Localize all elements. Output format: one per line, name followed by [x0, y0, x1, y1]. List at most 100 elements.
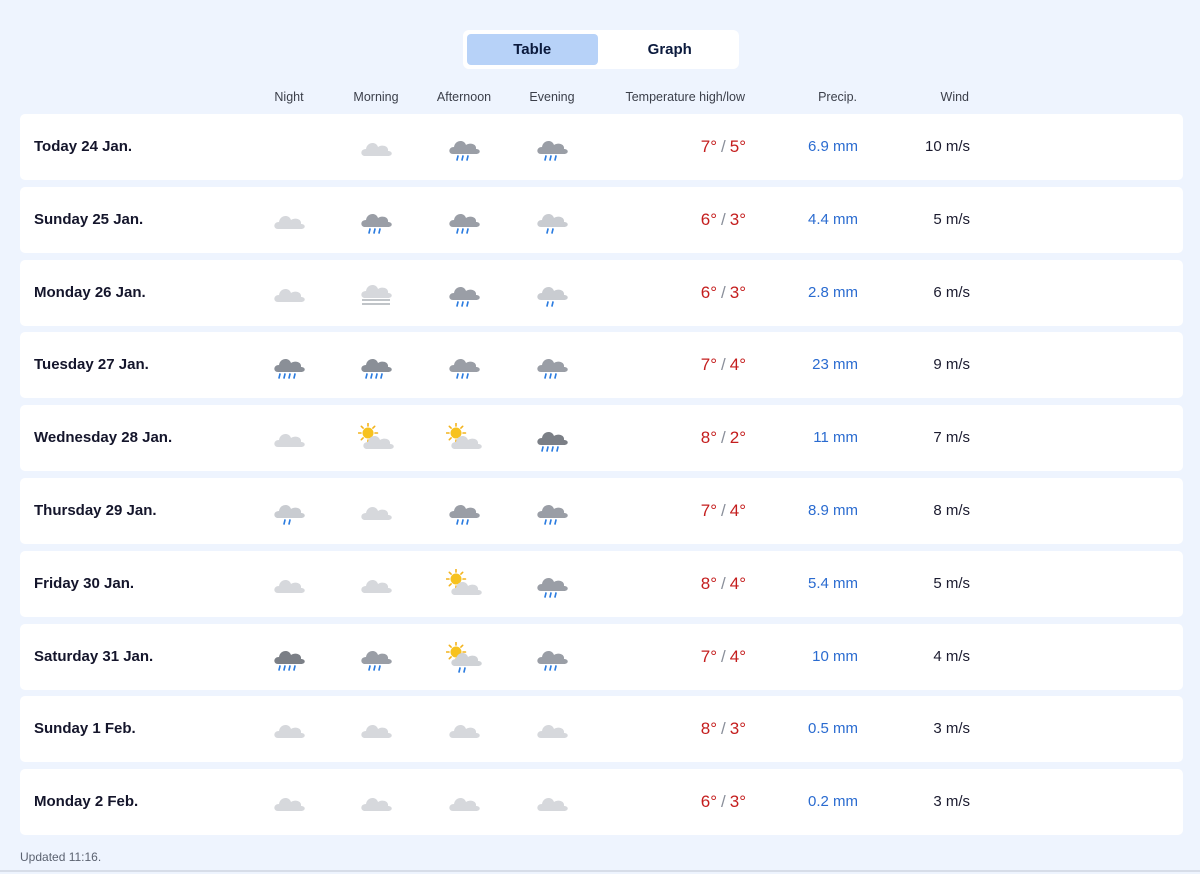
temperature-high-low: 7°/5°	[701, 137, 746, 157]
cloud-rain-icon	[534, 350, 570, 382]
temp-separator: /	[721, 355, 726, 375]
partly-sunny-rain-icon	[446, 641, 482, 674]
cloud-rain-icon	[358, 205, 394, 237]
cloud-icon	[271, 714, 307, 746]
forecast-row[interactable]: Sunday 25 Jan. 6°/3° 4.4 mm 5 m/s	[20, 186, 1183, 253]
day-label: Tuesday 27 Jan.	[34, 356, 149, 374]
graph-view-button[interactable]: Graph	[605, 34, 736, 65]
cloud-icon	[271, 205, 307, 237]
header-wind: Wind	[940, 90, 969, 104]
cloud-rain-icon	[446, 350, 482, 382]
precipitation-value: 6.9 mm	[807, 138, 858, 155]
cloud-icon	[358, 132, 394, 164]
temp-separator: /	[721, 500, 726, 520]
precipitation-value: 10 mm	[812, 647, 858, 665]
cloud-icon	[534, 787, 570, 819]
night-empty	[271, 132, 307, 164]
precipitation-value: 8.9 mm	[807, 501, 858, 519]
forecast-row[interactable]: Friday 30 Jan. 8°/4° 5.4 mm 5 m/s	[20, 550, 1183, 617]
fog-icon	[358, 278, 394, 310]
cloud-rain-icon	[534, 569, 570, 601]
temperature-high-low: 8°/4°	[701, 574, 746, 594]
forecast-row[interactable]: Monday 26 Jan. 6°/3° 2.8 mm 6 m/s	[20, 259, 1183, 326]
partly-sunny-icon	[358, 423, 394, 455]
cloud-rain-icon	[446, 278, 482, 310]
wind-value: 3 m/s	[933, 793, 970, 811]
day-label: Thursday 29 Jan.	[34, 501, 157, 519]
temp-low: 4°	[729, 355, 746, 375]
temp-high: 7°	[700, 500, 717, 520]
cloud-icon	[446, 787, 482, 819]
light-cloud-light-rain-icon	[534, 205, 570, 237]
temp-low: 4°	[729, 573, 746, 593]
cloud-icon	[358, 787, 394, 819]
temperature-high-low: 8°/3°	[701, 719, 746, 739]
day-label: Monday 2 Feb.	[34, 793, 139, 811]
precipitation-value: 4.4 mm	[807, 210, 858, 228]
day-label: Friday 30 Jan.	[34, 574, 135, 592]
forecast-row[interactable]: Today 24 Jan. 7°/5° 6.9 mm 10 m/s	[20, 114, 1183, 180]
forecast-table: Today 24 Jan. 7°/5° 6.9 mm 10 m/s Sunday 25 …	[20, 114, 1183, 842]
cloud-icon	[358, 496, 394, 528]
header-evening: Evening	[529, 90, 575, 104]
wind-value: 5 m/s	[933, 210, 970, 228]
updated-text: Updated 11:16.	[20, 850, 102, 864]
wind-value: 3 m/s	[933, 720, 970, 738]
wind-value: 10 m/s	[924, 138, 970, 155]
dark-cloud-heavy-rain-icon	[534, 423, 570, 455]
forecast-row[interactable]: Wednesday 28 Jan. 8°/2° 11 mm 7 m/s	[20, 405, 1183, 472]
temperature-high-low: 6°/3°	[701, 283, 746, 303]
forecast-row[interactable]: Thursday 29 Jan. 7°/4° 8.9 mm 8 m/s	[20, 477, 1183, 544]
light-cloud-light-rain-icon	[534, 278, 570, 310]
cloud-rain-icon	[358, 642, 394, 674]
temp-low: 3°	[729, 719, 746, 739]
cloud-icon	[271, 787, 307, 819]
cloud-rain-icon	[534, 132, 570, 164]
temp-separator: /	[721, 719, 726, 739]
light-cloud-light-rain-icon	[271, 496, 307, 528]
temp-low: 4°	[729, 646, 746, 666]
partly-sunny-icon	[446, 423, 482, 455]
wind-value: 4 m/s	[933, 647, 970, 665]
dark-cloud-heavy-rain-icon	[271, 642, 307, 674]
day-label: Monday 26 Jan.	[34, 283, 146, 301]
temp-low: 3°	[729, 792, 746, 812]
cloud-rain-icon	[534, 642, 570, 674]
cloud-rain-icon	[446, 496, 482, 528]
temp-high: 7°	[700, 646, 717, 666]
temperature-high-low: 6°/3°	[701, 210, 746, 230]
cloud-icon	[446, 714, 482, 746]
day-label: Saturday 31 Jan.	[34, 647, 154, 665]
forecast-row[interactable]: Tuesday 27 Jan. 7°/4° 23 mm 9 m/s	[20, 332, 1183, 399]
forecast-row[interactable]: Monday 2 Feb. 6°/3° 0.2 mm 3 m/s	[20, 769, 1183, 836]
precipitation-value: 5.4 mm	[807, 574, 858, 592]
temp-high: 7°	[700, 355, 717, 375]
temp-separator: /	[721, 792, 726, 812]
temp-high: 6°	[700, 792, 717, 812]
precipitation-value: 11 mm	[813, 429, 858, 447]
header-temperature: Temperature high/low	[625, 90, 745, 104]
temp-high: 7°	[700, 137, 717, 156]
temp-low: 4°	[729, 500, 746, 520]
temperature-high-low: 6°/3°	[701, 792, 746, 812]
forecast-row[interactable]: Saturday 31 Jan. 7°/4° 10 mm 4 m/s	[20, 623, 1183, 690]
temp-low: 5°	[729, 137, 746, 156]
header-precip: Precip.	[818, 90, 857, 104]
column-headers: Night Morning Afternoon Evening Temperat…	[0, 90, 1200, 106]
temp-separator: /	[721, 137, 726, 156]
table-view-button[interactable]: Table	[467, 34, 598, 65]
wind-value: 8 m/s	[933, 501, 970, 519]
temp-low: 2°	[729, 428, 746, 448]
day-label: Sunday 1 Feb.	[34, 720, 136, 738]
cloud-heavy-rain-icon	[358, 350, 394, 382]
cloud-rain-icon	[534, 496, 570, 528]
header-afternoon: Afternoon	[436, 90, 492, 104]
wind-value: 6 m/s	[933, 283, 970, 301]
forecast-row[interactable]: Sunday 1 Feb. 8°/3° 0.5 mm 3 m/s	[20, 696, 1183, 763]
cloud-heavy-rain-icon	[271, 350, 307, 382]
temp-separator: /	[721, 646, 726, 666]
temp-separator: /	[721, 573, 726, 593]
temp-high: 8°	[700, 428, 717, 448]
precipitation-value: 0.5 mm	[807, 720, 858, 738]
header-night: Night	[274, 90, 304, 104]
